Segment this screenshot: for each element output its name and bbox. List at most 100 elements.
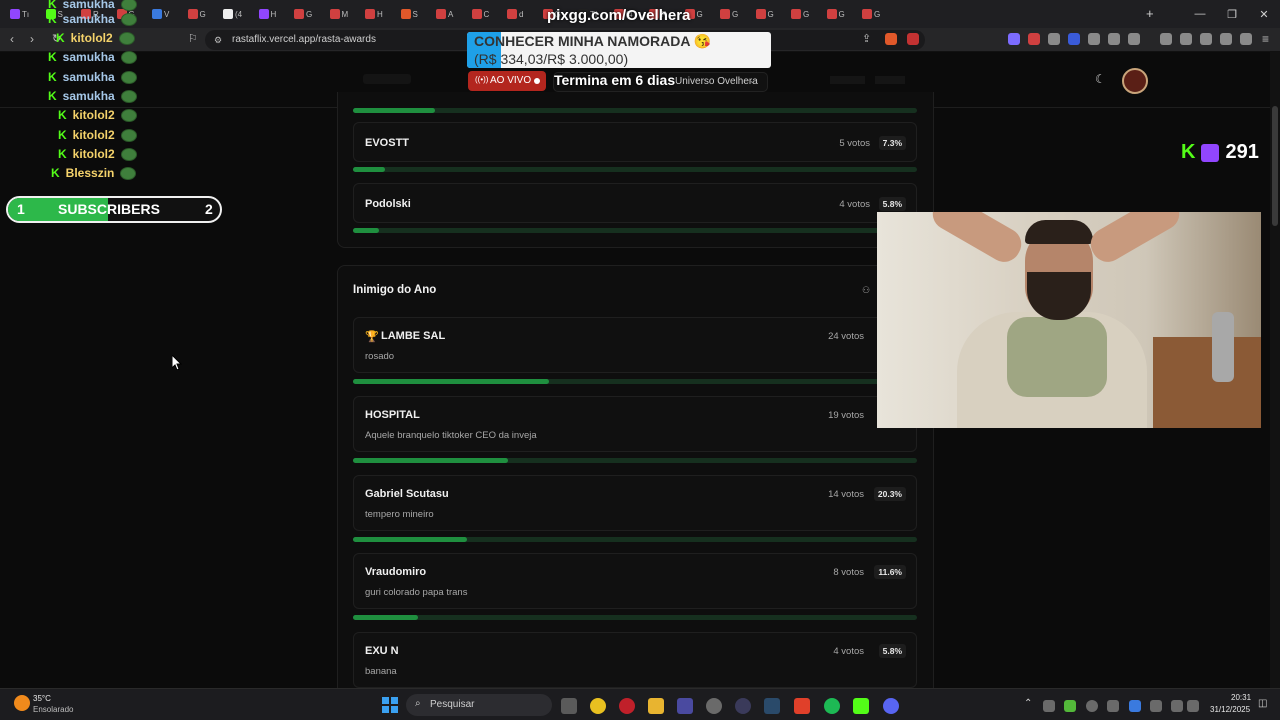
browser-tab[interactable]: d	[507, 6, 533, 22]
chat-username: kitolol2	[70, 31, 113, 45]
page-scrollbar[interactable]	[1270, 52, 1280, 688]
media-icon[interactable]	[1160, 33, 1172, 45]
avatar[interactable]	[1122, 68, 1148, 94]
puzzle-icon[interactable]	[1108, 33, 1120, 45]
notification-icon[interactable]: ◫	[1258, 698, 1267, 709]
browser-tab[interactable]: S	[400, 6, 427, 22]
back-icon[interactable]: ‹	[10, 32, 14, 46]
vpn-icon[interactable]	[1240, 33, 1252, 45]
tab-favicon-icon	[329, 9, 340, 19]
browser-tab[interactable]: (4	[223, 6, 249, 22]
browser-tab[interactable]: A	[436, 6, 462, 22]
extension-icon[interactable]	[1028, 33, 1040, 45]
extension-icon[interactable]	[1088, 33, 1100, 45]
maximize-icon[interactable]: ❐	[1216, 0, 1248, 28]
browser-tab[interactable]: V	[152, 6, 178, 22]
brave-icon[interactable]	[794, 698, 810, 714]
url-text[interactable]: rastaflix.vercel.app/rasta-awards	[232, 34, 376, 45]
discord-icon[interactable]	[883, 698, 899, 714]
nominee-row[interactable]: 🏆 LAMBE SAL rosado 24 votos	[353, 317, 917, 373]
header-logo[interactable]	[363, 74, 411, 84]
bluetooth-icon[interactable]	[1129, 700, 1141, 712]
nominee-row[interactable]: EVOSTT 5 votos 7.3%	[353, 122, 917, 162]
nominee-percent: 11.6%	[874, 565, 906, 579]
forward-icon[interactable]: ›	[30, 32, 34, 46]
extension-icon[interactable]	[1068, 33, 1080, 45]
kick-app-icon[interactable]	[853, 698, 869, 714]
browser-tab[interactable]: G	[755, 6, 782, 22]
tray-icon[interactable]	[1086, 700, 1098, 712]
tray-icon[interactable]	[1064, 700, 1076, 712]
leo-icon[interactable]	[1220, 33, 1232, 45]
brave-shield-icon[interactable]	[885, 33, 897, 45]
pepe-emote-icon	[120, 0, 137, 11]
tray-icon[interactable]	[1107, 700, 1119, 712]
close-icon[interactable]: ✕	[1248, 0, 1280, 28]
category-selector-label: Universo Ovelhera	[675, 76, 758, 87]
browser-tab[interactable]: G	[720, 6, 746, 22]
nominee-row[interactable]: Gabriel Scutasu tempero mineiro 14 votos 20…	[353, 475, 917, 531]
vote-progress-track	[353, 537, 917, 542]
nominee-row[interactable]: EXU N banana 4 votos 5.8%	[353, 632, 917, 688]
header-link[interactable]	[830, 76, 865, 84]
steam-icon[interactable]	[764, 698, 780, 714]
task-view-icon[interactable]	[561, 698, 577, 714]
chevron-up-icon[interactable]: ⌃	[1024, 698, 1032, 709]
chat-message: Ksamukha	[48, 12, 137, 26]
extension-icon[interactable]	[1008, 33, 1020, 45]
file-explorer-icon[interactable]	[648, 698, 664, 714]
clock-time[interactable]: 20:31	[1231, 693, 1251, 702]
browser-tab[interactable]: M	[329, 6, 356, 22]
browser-tab[interactable]: G	[294, 6, 320, 22]
clock-date[interactable]: 31/12/2025	[1210, 705, 1250, 714]
nominee-votes: 5 votos	[839, 138, 870, 149]
wallet-icon[interactable]	[1200, 33, 1212, 45]
brave-rewards-icon[interactable]	[907, 33, 919, 45]
tab-label: G	[696, 9, 703, 19]
opera-icon[interactable]	[619, 698, 635, 714]
extension-icon[interactable]	[1048, 33, 1060, 45]
new-tab-icon[interactable]: +	[1146, 6, 1154, 21]
chrome-icon[interactable]	[590, 698, 606, 714]
app-icon[interactable]	[677, 698, 693, 714]
tab-favicon-icon	[365, 9, 375, 19]
scrollbar-thumb[interactable]	[1272, 106, 1278, 226]
tab-favicon-icon	[826, 9, 837, 19]
nominee-row[interactable]: HOSPITAL Aquele branquelo tiktoker CEO da…	[353, 396, 917, 452]
browser-tab[interactable]: G	[862, 6, 888, 22]
app-icon[interactable]	[706, 698, 722, 714]
bookmark-icon[interactable]: ⚐	[188, 32, 198, 45]
browser-tab[interactable]: G	[826, 6, 853, 22]
minimize-icon[interactable]: —	[1184, 0, 1216, 28]
menu-icon[interactable]: ≡	[1262, 32, 1269, 46]
taskbar-search-box[interactable]: ⌕ Pesquisar	[406, 694, 552, 716]
browser-tab[interactable]: G	[791, 6, 817, 22]
browser-tab[interactable]: G	[187, 6, 214, 22]
kick-badge-icon: K	[48, 50, 57, 64]
tray-icon[interactable]	[1043, 700, 1055, 712]
share-icon[interactable]: ⇪	[862, 32, 871, 45]
microphone-icon[interactable]	[1150, 700, 1162, 712]
browser-tab[interactable]: H	[365, 6, 391, 22]
pepe-emote-icon	[120, 166, 137, 180]
app-icon[interactable]	[735, 698, 751, 714]
browser-tab[interactable]: C	[471, 6, 498, 22]
browser-tab[interactable]: H	[258, 6, 285, 22]
nominee-row[interactable]: Vraudomiro guri colorado papa trans 8 voto…	[353, 553, 917, 609]
site-info-icon[interactable]: ⚙	[214, 35, 222, 46]
kick-logo-icon: K	[1181, 141, 1196, 163]
nominee-row[interactable]: Podolski 4 votos 5.8%	[353, 183, 917, 223]
header-link[interactable]	[875, 76, 905, 84]
webcam-bottle	[1212, 312, 1234, 382]
volume-icon[interactable]	[1187, 700, 1199, 712]
wifi-icon[interactable]	[1171, 700, 1183, 712]
spotify-icon[interactable]	[824, 698, 840, 714]
sidebar-icon[interactable]	[1180, 33, 1192, 45]
chat-username: samukha	[62, 50, 115, 64]
browser-tab[interactable]: Tı	[10, 6, 36, 22]
moon-icon[interactable]: ☾	[1095, 72, 1106, 86]
kick-badge-icon: K	[48, 70, 57, 84]
windows-start-icon[interactable]	[382, 697, 398, 713]
extension-icon[interactable]	[1128, 33, 1140, 45]
vote-progress-track	[353, 228, 917, 233]
